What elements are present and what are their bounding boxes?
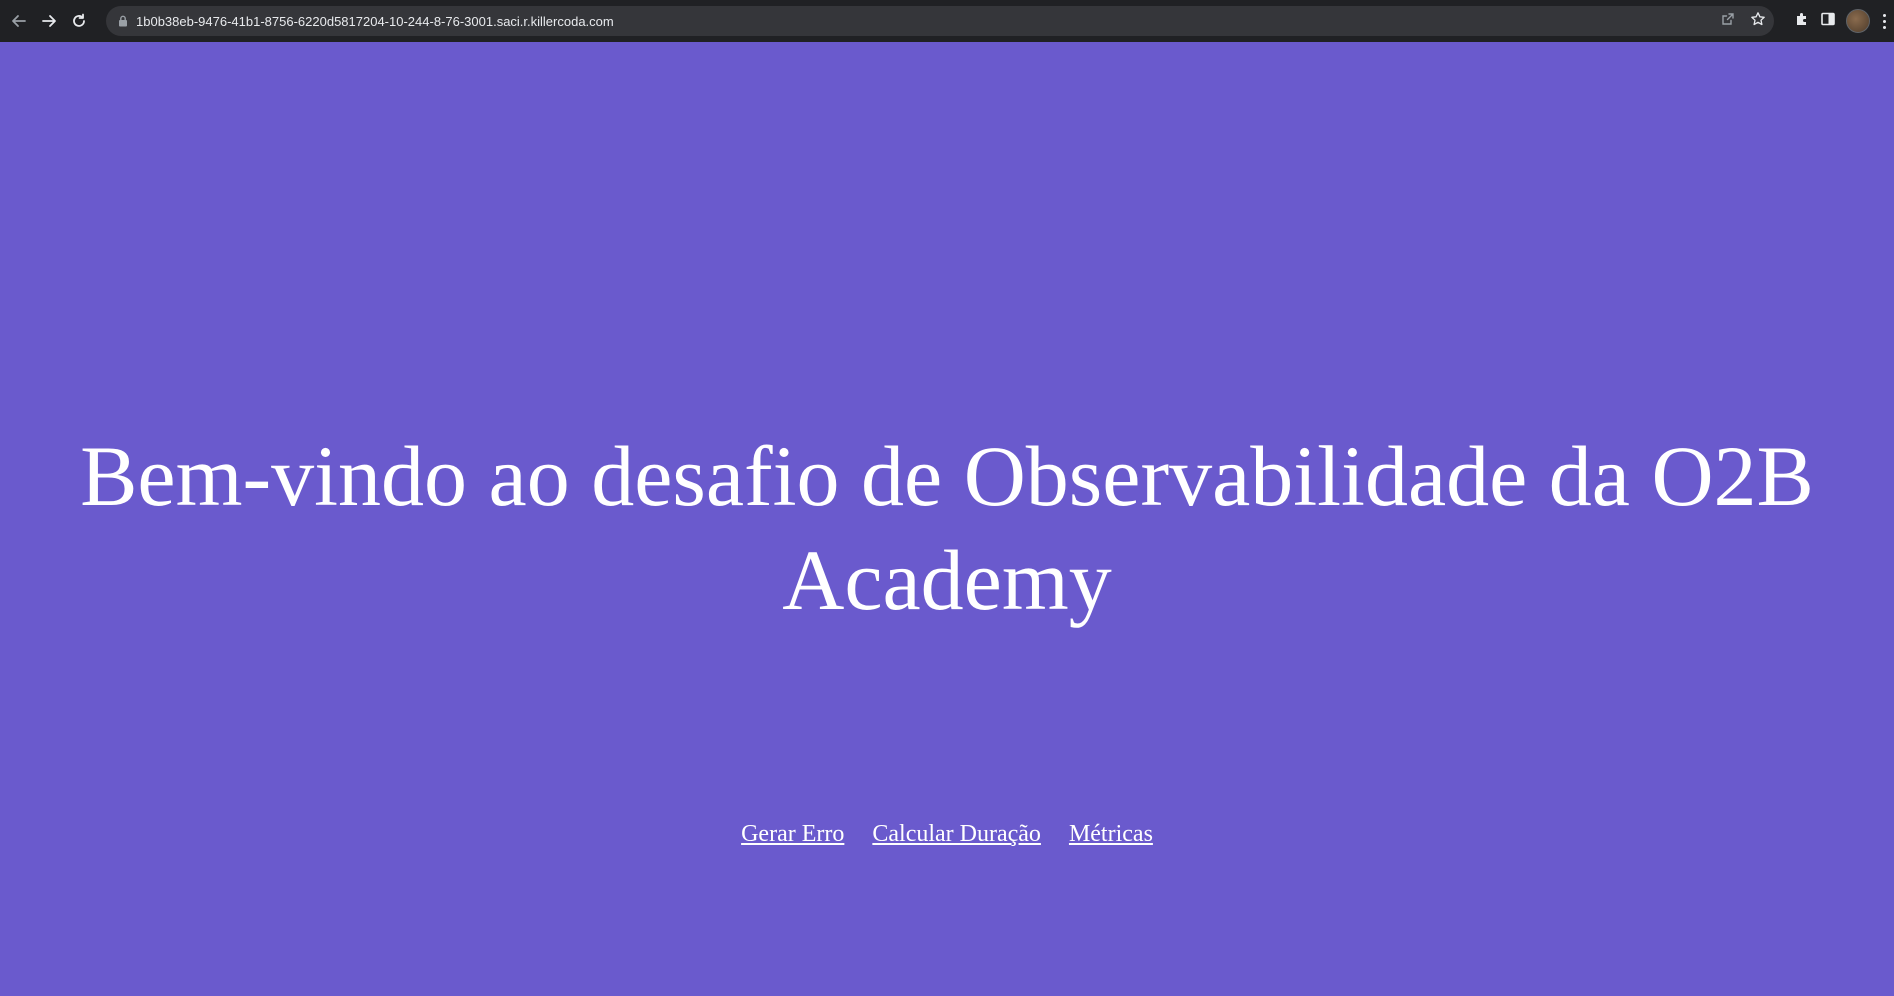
side-panel-icon[interactable]: [1820, 11, 1836, 32]
page-title: Bem-vindo ao desafio de Observabilidade …: [80, 428, 1814, 628]
forward-button[interactable]: [36, 8, 62, 34]
metricas-link[interactable]: Métricas: [1069, 821, 1153, 847]
puzzle-extensions-icon[interactable]: [1794, 11, 1810, 32]
reload-icon: [73, 13, 85, 27]
address-url[interactable]: 1b0b38eb-9476-41b1-8756-6220d5817204-10-…: [136, 14, 614, 29]
calcular-duracao-link[interactable]: Calcular Duração: [872, 821, 1041, 847]
back-arrow-icon: [12, 15, 26, 27]
profile-avatar-icon[interactable]: [1846, 9, 1870, 33]
lock-icon[interactable]: [118, 15, 128, 27]
gerar-erro-link[interactable]: Gerar Erro: [741, 821, 844, 847]
link-row: Gerar Erro Calcular Duração Métricas: [0, 818, 1894, 850]
reload-button[interactable]: [66, 8, 92, 34]
star-icon[interactable]: [1750, 11, 1766, 32]
more-menu-icon[interactable]: [1880, 13, 1888, 29]
address-bar[interactable]: 1b0b38eb-9476-41b1-8756-6220d5817204-10-…: [106, 6, 1774, 36]
back-button[interactable]: [6, 8, 32, 34]
browser-toolbar: 1b0b38eb-9476-41b1-8756-6220d5817204-10-…: [0, 0, 1894, 42]
forward-arrow-icon: [42, 15, 56, 27]
page-content: Bem-vindo ao desafio de Observabilidade …: [0, 42, 1894, 996]
share-icon[interactable]: [1720, 11, 1736, 32]
